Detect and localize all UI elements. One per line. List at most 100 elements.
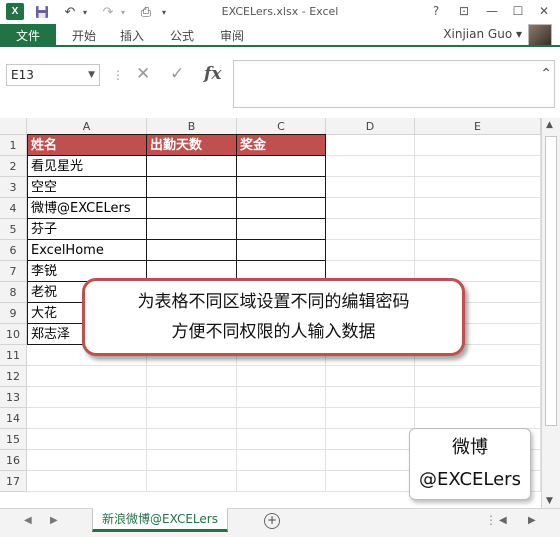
row-header[interactable]: 5 (0, 219, 27, 240)
avatar[interactable] (528, 24, 552, 46)
cell[interactable] (326, 387, 415, 408)
cell[interactable] (415, 408, 541, 429)
row-header[interactable]: 8 (0, 282, 27, 303)
tab-file[interactable]: 文件 (0, 24, 56, 46)
sheet-tab-active[interactable]: 新浪微博@EXCELers (92, 508, 228, 532)
cell[interactable] (326, 156, 415, 177)
cell[interactable] (326, 471, 415, 492)
cell[interactable] (27, 366, 147, 387)
row-header[interactable]: 16 (0, 450, 27, 471)
cancel-icon[interactable]: ✕ (136, 64, 150, 84)
ribbon-display-button[interactable]: ⊡ (454, 2, 474, 20)
cell[interactable] (415, 366, 541, 387)
cell[interactable] (326, 450, 415, 471)
name-cell[interactable]: ExcelHome (27, 240, 147, 261)
user-account[interactable]: Xinjian Guo ▾ (443, 27, 522, 41)
row-header[interactable]: 9 (0, 303, 27, 324)
column-header[interactable]: E (415, 118, 541, 135)
cell[interactable] (147, 198, 237, 219)
cell[interactable] (415, 156, 541, 177)
hscroll-left-icon[interactable]: ◀ (499, 515, 507, 526)
column-header[interactable]: A (27, 118, 147, 135)
table-header-cell[interactable]: 姓名 (27, 135, 147, 156)
cell[interactable] (147, 429, 237, 450)
minimize-button[interactable]: — (482, 2, 502, 20)
tab-split-grip[interactable]: ⋮ (485, 513, 497, 527)
cell[interactable] (237, 450, 326, 471)
cell[interactable] (415, 240, 541, 261)
cell[interactable] (326, 408, 415, 429)
table-header-cell[interactable]: 奖金 (237, 135, 326, 156)
cell[interactable] (237, 471, 326, 492)
cell[interactable] (27, 450, 147, 471)
cell[interactable] (237, 366, 326, 387)
cell[interactable] (27, 471, 147, 492)
cell[interactable] (237, 408, 326, 429)
cell[interactable] (237, 387, 326, 408)
cell[interactable] (326, 135, 415, 156)
column-header[interactable]: D (326, 118, 415, 135)
cell[interactable] (147, 219, 237, 240)
cell[interactable] (237, 156, 326, 177)
cell[interactable] (27, 387, 147, 408)
cell[interactable] (147, 177, 237, 198)
cell[interactable] (415, 177, 541, 198)
row-header[interactable]: 6 (0, 240, 27, 261)
formula-input[interactable] (233, 60, 555, 108)
cell[interactable] (326, 240, 415, 261)
cell[interactable] (415, 135, 541, 156)
cell[interactable] (147, 471, 237, 492)
hscroll-right-icon[interactable]: ▶ (528, 515, 536, 526)
name-cell[interactable]: 芬子 (27, 219, 147, 240)
insert-function-icon[interactable]: fx (204, 64, 221, 84)
sheet-prev-icon[interactable]: ◀ (24, 515, 32, 526)
column-header[interactable]: B (147, 118, 237, 135)
name-box[interactable]: E13 ▼ (6, 64, 100, 86)
cell[interactable] (147, 450, 237, 471)
cell[interactable] (27, 429, 147, 450)
cell[interactable] (326, 198, 415, 219)
column-header[interactable]: C (237, 118, 326, 135)
tab-insert[interactable]: 插入 (120, 27, 144, 44)
cell[interactable] (237, 177, 326, 198)
row-header[interactable]: 7 (0, 261, 27, 282)
row-header[interactable]: 4 (0, 198, 27, 219)
cell[interactable] (237, 219, 326, 240)
close-button[interactable]: ✕ (534, 2, 554, 20)
tab-review[interactable]: 审阅 (220, 27, 244, 44)
enter-icon[interactable]: ✓ (170, 64, 184, 84)
row-header[interactable]: 17 (0, 471, 27, 492)
vertical-scrollbar[interactable]: ▲ ▼ (541, 118, 560, 508)
cell[interactable] (415, 219, 541, 240)
name-cell[interactable]: 微博@EXCELers (27, 198, 147, 219)
cell[interactable] (415, 198, 541, 219)
cell[interactable] (147, 156, 237, 177)
cell[interactable] (27, 408, 147, 429)
chevron-down-icon[interactable]: ▼ (88, 65, 95, 85)
table-header-cell[interactable]: 出勤天数 (147, 135, 237, 156)
cell[interactable] (147, 240, 237, 261)
row-header[interactable]: 14 (0, 408, 27, 429)
cell[interactable] (415, 387, 541, 408)
row-header[interactable]: 2 (0, 156, 27, 177)
help-button[interactable]: ? (426, 2, 446, 20)
cell[interactable] (147, 408, 237, 429)
cell[interactable] (147, 366, 237, 387)
tab-home[interactable]: 开始 (72, 27, 96, 44)
cell[interactable] (326, 429, 415, 450)
row-header[interactable]: 1 (0, 135, 27, 156)
cell[interactable] (326, 177, 415, 198)
cell[interactable] (147, 387, 237, 408)
row-header[interactable]: 10 (0, 324, 27, 345)
maximize-button[interactable]: ☐ (508, 2, 528, 20)
cell[interactable] (237, 429, 326, 450)
sheet-next-icon[interactable]: ▶ (50, 515, 58, 526)
cell[interactable] (237, 240, 326, 261)
row-header[interactable]: 11 (0, 345, 27, 366)
row-header[interactable]: 15 (0, 429, 27, 450)
cell[interactable] (326, 366, 415, 387)
cell[interactable] (326, 219, 415, 240)
row-header[interactable]: 3 (0, 177, 27, 198)
tab-formulas[interactable]: 公式 (170, 27, 194, 44)
cell[interactable] (237, 198, 326, 219)
